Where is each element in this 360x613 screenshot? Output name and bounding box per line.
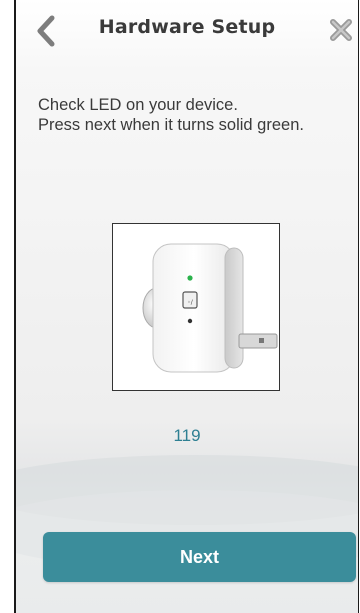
close-icon <box>330 19 352 41</box>
instruction-line: Check LED on your device. <box>38 96 238 114</box>
header-bar: Hardware Setup <box>16 0 358 64</box>
chevron-left-icon <box>37 15 55 47</box>
range-extender-illustration: ◦/ <box>142 243 278 373</box>
back-button[interactable] <box>32 14 62 48</box>
device-image: ◦/ <box>112 223 280 391</box>
close-button[interactable] <box>328 16 354 44</box>
svg-text:◦/: ◦/ <box>187 299 194 306</box>
instruction-line: Press next when it turns solid green. <box>38 116 304 134</box>
next-button[interactable]: Next <box>43 532 356 582</box>
instruction-text: Check LED on your device. Press next whe… <box>38 95 352 135</box>
screen: Hardware Setup Check LED on your device.… <box>14 0 359 613</box>
page-title: Hardware Setup <box>98 16 276 38</box>
counter-value: 119 <box>173 426 201 445</box>
